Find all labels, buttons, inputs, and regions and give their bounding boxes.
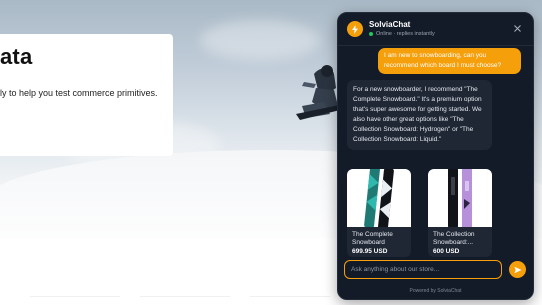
bot-message: For a new snowboarder, I recommend "The … bbox=[347, 80, 492, 150]
page-subtitle: ly to help you test commerce primitives. bbox=[0, 88, 158, 98]
lightning-bolt-icon bbox=[347, 21, 363, 37]
chat-title: SolviaChat bbox=[369, 20, 411, 29]
product-name: The Complete Snowboard bbox=[352, 231, 393, 246]
product-image bbox=[428, 169, 492, 229]
send-button[interactable] bbox=[509, 261, 526, 278]
product-price: 699.95 USD bbox=[352, 248, 388, 255]
online-dot bbox=[369, 32, 373, 36]
chat-widget: SolviaChat Online · replies instantly I … bbox=[337, 12, 534, 300]
powered-by: Powered by SolviaChat bbox=[409, 288, 462, 294]
product-name: The Collection Snowboard:... bbox=[433, 231, 475, 246]
close-button[interactable] bbox=[510, 21, 524, 35]
chat-status-text: Online · replies instantly bbox=[376, 31, 435, 37]
hero-card: ata ly to help you test commerce primiti… bbox=[0, 34, 173, 156]
chat-header: SolviaChat Online · replies instantly bbox=[338, 13, 533, 46]
content-area bbox=[0, 238, 340, 305]
product-price: 600 USD bbox=[433, 248, 460, 255]
product-card[interactable]: The Collection Snowboard:... 600 USD bbox=[428, 169, 492, 257]
cloud bbox=[200, 20, 320, 60]
chat-status: Online · replies instantly bbox=[369, 31, 435, 37]
divider bbox=[30, 296, 120, 297]
user-message: I am new to snowboarding, can you recomm… bbox=[378, 48, 521, 74]
divider bbox=[140, 296, 230, 297]
close-icon bbox=[513, 24, 521, 32]
send-arrow-icon bbox=[514, 266, 521, 273]
divider bbox=[250, 296, 330, 297]
page-heading: ata bbox=[0, 44, 33, 69]
chat-input[interactable] bbox=[344, 260, 502, 279]
product-card[interactable]: The Complete Snowboard 699.95 USD bbox=[347, 169, 411, 257]
product-image bbox=[347, 169, 411, 230]
chat-composer: Powered by SolviaChat bbox=[338, 259, 533, 299]
